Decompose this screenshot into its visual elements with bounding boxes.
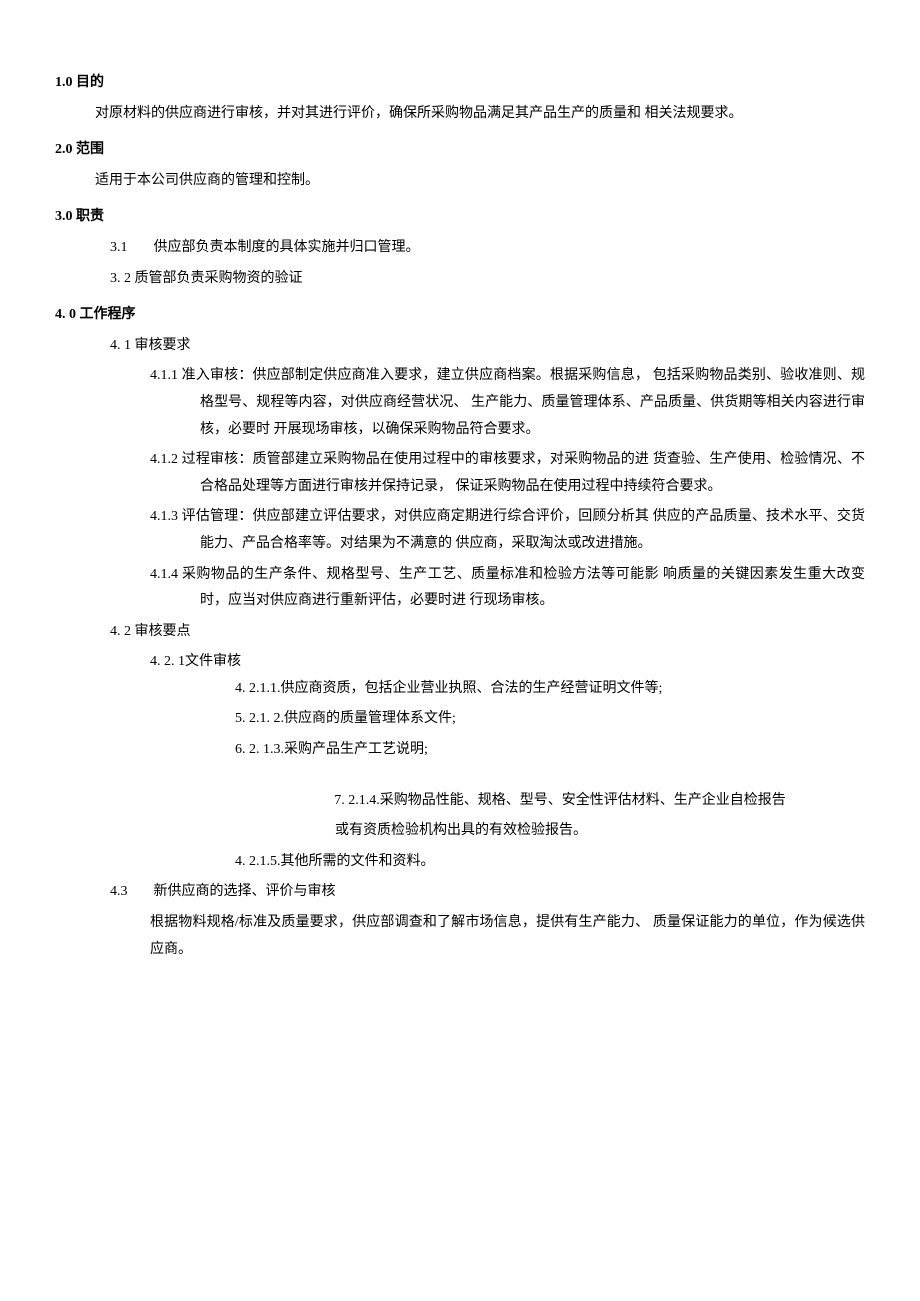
item-4-2-1-3: 6. 2. 1.3.采购产品生产工艺说明; bbox=[55, 737, 865, 764]
item-4-2-1-2: 5. 2.1. 2.供应商的质量管理体系文件; bbox=[55, 706, 865, 733]
heading-3-0: 3.0 职责 bbox=[55, 204, 865, 231]
body-1-0: 对原材料的供应商进行审核，并对其进行评价，确保所采购物品满足其产品生产的质量和 … bbox=[55, 101, 865, 128]
item-4-2-1-1: 4. 2.1.1.供应商资质，包括企业营业执照、合法的生产经营证明文件等; bbox=[55, 676, 865, 703]
heading-1-0: 1.0 目的 bbox=[55, 70, 865, 97]
item-4-1: 4. 1 审核要求 bbox=[55, 333, 865, 360]
heading-2-0: 2.0 范围 bbox=[55, 137, 865, 164]
item-3-2: 3. 2 质管部负责采购物资的验证 bbox=[55, 266, 865, 293]
item-4-1-4: 4.1.4 采购物品的生产条件、规格型号、生产工艺、质量标准和检验方法等可能影 … bbox=[105, 562, 865, 615]
body-4-3: 根据物料规格/标准及质量要求，供应部调查和了解市场信息，提供有生产能力、 质量保… bbox=[55, 910, 865, 963]
item-4-2-1-4b: 或有资质检验机构出具的有效检验报告。 bbox=[55, 818, 865, 845]
item-4-1-3: 4.1.3 评估管理：供应部建立评估要求，对供应商定期进行综合评价，回顾分析其 … bbox=[105, 504, 865, 557]
item-4-2: 4. 2 审核要点 bbox=[55, 619, 865, 646]
item-4-3: 4.3 新供应商的选择、评价与审核 bbox=[55, 879, 865, 906]
body-2-0: 适用于本公司供应商的管理和控制。 bbox=[55, 168, 865, 195]
item-3-1: 3.1 供应部负责本制度的具体实施并归口管理。 bbox=[55, 235, 865, 262]
item-4-1-1: 4.1.1 准入审核：供应部制定供应商准入要求，建立供应商档案。根据采购信息， … bbox=[105, 363, 865, 443]
heading-4-0: 4. 0 工作程序 bbox=[55, 302, 865, 329]
item-4-2-1: 4. 2. 1文件审核 bbox=[55, 649, 865, 676]
item-4-1-2: 4.1.2 过程审核：质管部建立采购物品在使用过程中的审核要求，对采购物品的进 … bbox=[105, 447, 865, 500]
item-4-2-1-4a: 7. 2.1.4.采购物品性能、规格、型号、安全性评估材料、生产企业自检报告 bbox=[55, 788, 865, 815]
item-4-2-1-5: 4. 2.1.5.其他所需的文件和资料。 bbox=[55, 849, 865, 876]
